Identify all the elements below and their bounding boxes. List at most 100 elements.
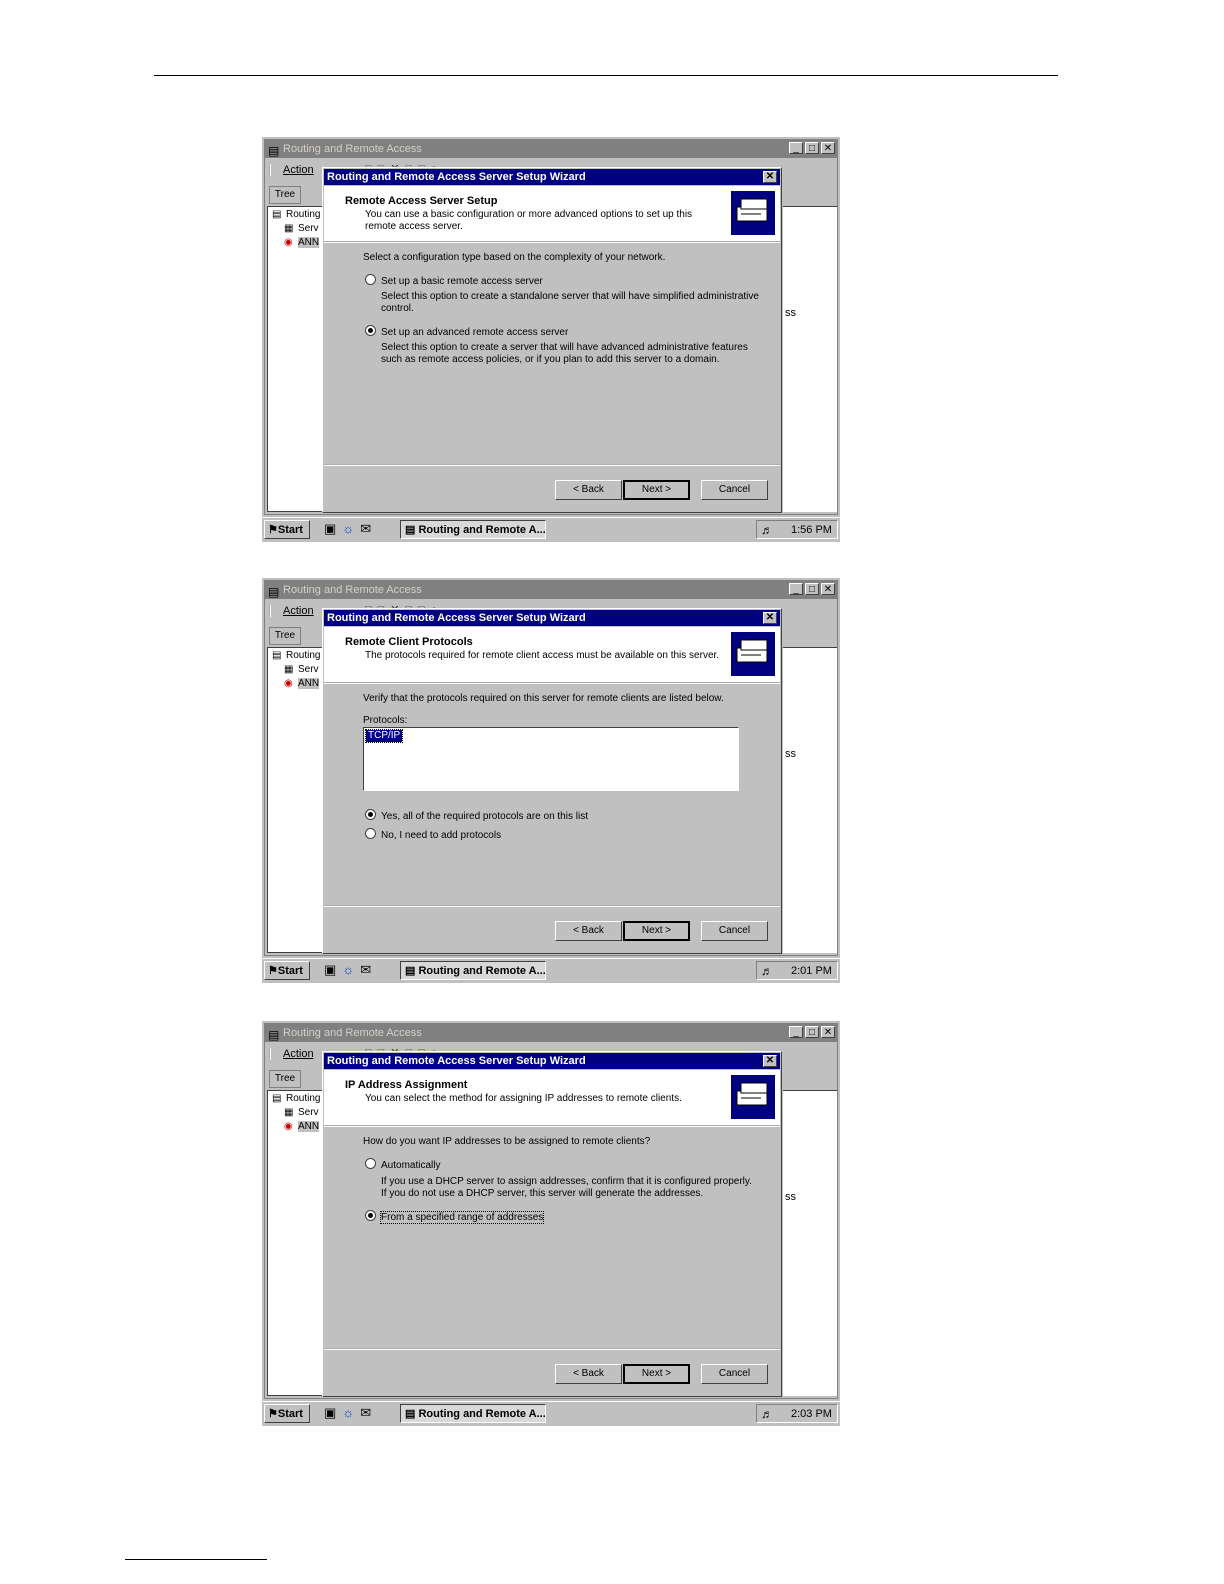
server-wizard-icon <box>731 1075 775 1119</box>
wizard-title-text: Routing and Remote Access Server Setup W… <box>327 1055 586 1067</box>
details-text-fragment: ss <box>785 307 796 319</box>
list-item[interactable]: TCP/IP <box>364 729 404 743</box>
server-icon: ▦ <box>284 1107 294 1118</box>
next-button[interactable]: Next > <box>623 921 690 941</box>
taskbar-routing-button[interactable]: ▤ Routing and Remote A... <box>400 520 546 539</box>
menu-bar: Action <box>269 1044 314 1064</box>
radio-button-selected[interactable] <box>365 809 376 820</box>
next-button[interactable]: Next > <box>623 480 690 500</box>
tab-tree[interactable]: Tree <box>269 186 301 204</box>
back-button[interactable]: < Back <box>555 1364 622 1384</box>
tree-item-server[interactable]: ▦ Serv <box>284 223 319 234</box>
maximize-button[interactable]: □ <box>805 142 819 154</box>
computer-icon: ▤ <box>405 524 416 536</box>
page-title: Remote Access Server Setup <box>345 195 498 207</box>
cancel-button[interactable]: Cancel <box>701 480 768 500</box>
wizard-title-bar[interactable]: Routing and Remote Access Server Setup W… <box>324 169 780 185</box>
mmc-title-bar[interactable]: ▤ Routing and Remote Access _ □ ✕ <box>265 140 837 158</box>
system-tray: ♬ 1:56 PM <box>756 520 838 539</box>
server-stopped-icon: ◉ <box>284 237 293 248</box>
mmc-title-text: Routing and Remote Access <box>283 1027 422 1039</box>
desktop-icon[interactable]: ▣ <box>324 962 336 978</box>
radio-specified-range[interactable]: From a specified range of addresses <box>365 1210 545 1224</box>
tree-item-server[interactable]: ▦ Serv <box>284 1107 319 1118</box>
speaker-icon[interactable]: ♬ <box>761 521 773 539</box>
mmc-title-bar[interactable]: ▤ Routing and Remote Access _ □ ✕ <box>265 1024 837 1042</box>
desktop-icon[interactable]: ▣ <box>324 1405 336 1421</box>
tab-tree[interactable]: Tree <box>269 1070 301 1088</box>
wizard-close-button[interactable]: ✕ <box>763 612 777 624</box>
start-button[interactable]: ⚑Start <box>264 961 310 980</box>
ip-assignment-prompt: How do you want IP addresses to be assig… <box>363 1136 651 1147</box>
taskbar-routing-button[interactable]: ▤ Routing and Remote A... <box>400 1404 546 1423</box>
radio-button-selected[interactable] <box>365 1210 376 1221</box>
computer-icon: ▤ <box>268 585 280 599</box>
wizard-footer-divider <box>324 1348 780 1350</box>
mmc-title-text: Routing and Remote Access <box>283 143 422 155</box>
internet-explorer-icon[interactable]: ☼ <box>342 521 354 537</box>
tree-item-ann[interactable]: ◉ ANN <box>284 1121 320 1132</box>
screenshot-1: ▤ Routing and Remote Access _ □ ✕ Action… <box>262 137 840 542</box>
close-button[interactable]: ✕ <box>821 583 835 595</box>
back-button[interactable]: < Back <box>555 921 622 941</box>
computer-icon: ▤ <box>268 1028 280 1042</box>
tree-item-routing[interactable]: ▤ Routing <box>272 650 320 661</box>
wizard-close-button[interactable]: ✕ <box>763 171 777 183</box>
server-wizard-icon <box>731 632 775 676</box>
cancel-button[interactable]: Cancel <box>701 1364 768 1384</box>
radio-button[interactable] <box>365 274 376 285</box>
close-button[interactable]: ✕ <box>821 1026 835 1038</box>
wizard-header: Remote Client Protocols The protocols re… <box>324 627 780 684</box>
radio-button-selected[interactable] <box>365 325 376 336</box>
tree-item-ann[interactable]: ◉ ANN <box>284 678 320 689</box>
back-button[interactable]: < Back <box>555 480 622 500</box>
wizard-title-bar[interactable]: Routing and Remote Access Server Setup W… <box>324 1053 780 1069</box>
radio-add-protocols[interactable]: No, I need to add protocols <box>365 828 501 842</box>
radio-protocols-present[interactable]: Yes, all of the required protocols are o… <box>365 809 588 823</box>
mmc-title-bar[interactable]: ▤ Routing and Remote Access _ □ ✕ <box>265 581 837 599</box>
outlook-express-icon[interactable]: ✉ <box>360 1405 371 1421</box>
radio-button[interactable] <box>365 1158 376 1169</box>
internet-explorer-icon[interactable]: ☼ <box>342 962 354 978</box>
close-button[interactable]: ✕ <box>821 142 835 154</box>
server-icon: ▦ <box>284 223 294 234</box>
menu-action[interactable]: Action <box>269 605 314 617</box>
tab-tree[interactable]: Tree <box>269 627 301 645</box>
next-button[interactable]: Next > <box>623 1364 690 1384</box>
outlook-express-icon[interactable]: ✉ <box>360 521 371 537</box>
wizard-header: IP Address Assignment You can select the… <box>324 1070 780 1127</box>
automatic-description-line-2: If you do not use a DHCP server, this se… <box>381 1188 704 1199</box>
cancel-button[interactable]: Cancel <box>701 921 768 941</box>
desktop-icon[interactable]: ▣ <box>324 521 336 537</box>
taskbar-routing-button[interactable]: ▤ Routing and Remote A... <box>400 961 546 980</box>
wizard-title-bar[interactable]: Routing and Remote Access Server Setup W… <box>324 610 780 626</box>
speaker-icon[interactable]: ♬ <box>761 1405 773 1423</box>
radio-automatically[interactable]: Automatically <box>365 1158 440 1172</box>
radio-basic-server[interactable]: Set up a basic remote access server <box>365 274 543 288</box>
tree-item-ann[interactable]: ◉ ANN <box>284 237 320 248</box>
radio-advanced-server[interactable]: Set up an advanced remote access server <box>365 325 568 339</box>
minimize-button[interactable]: _ <box>789 583 803 595</box>
tree-item-routing[interactable]: ▤ Routing <box>272 1093 320 1104</box>
setup-wizard-dialog: Routing and Remote Access Server Setup W… <box>322 167 782 513</box>
menu-action[interactable]: Action <box>269 1048 314 1060</box>
maximize-button[interactable]: □ <box>805 1026 819 1038</box>
menu-action[interactable]: Action <box>269 164 314 176</box>
protocols-list[interactable]: TCP/IP <box>363 727 739 791</box>
maximize-button[interactable]: □ <box>805 583 819 595</box>
tree-item-server[interactable]: ▦ Serv <box>284 664 319 675</box>
computer-icon: ▤ <box>268 144 280 158</box>
internet-explorer-icon[interactable]: ☼ <box>342 1405 354 1421</box>
page-title: IP Address Assignment <box>345 1079 468 1091</box>
outlook-express-icon[interactable]: ✉ <box>360 962 371 978</box>
radio-button[interactable] <box>365 828 376 839</box>
minimize-button[interactable]: _ <box>789 142 803 154</box>
minimize-button[interactable]: _ <box>789 1026 803 1038</box>
wizard-title-text: Routing and Remote Access Server Setup W… <box>327 171 586 183</box>
start-button[interactable]: ⚑Start <box>264 520 310 539</box>
tree-item-routing[interactable]: ▤ Routing <box>272 209 320 220</box>
wizard-close-button[interactable]: ✕ <box>763 1055 777 1067</box>
speaker-icon[interactable]: ♬ <box>761 962 773 980</box>
start-button[interactable]: ⚑Start <box>264 1404 310 1423</box>
computer-icon: ▤ <box>272 209 282 220</box>
